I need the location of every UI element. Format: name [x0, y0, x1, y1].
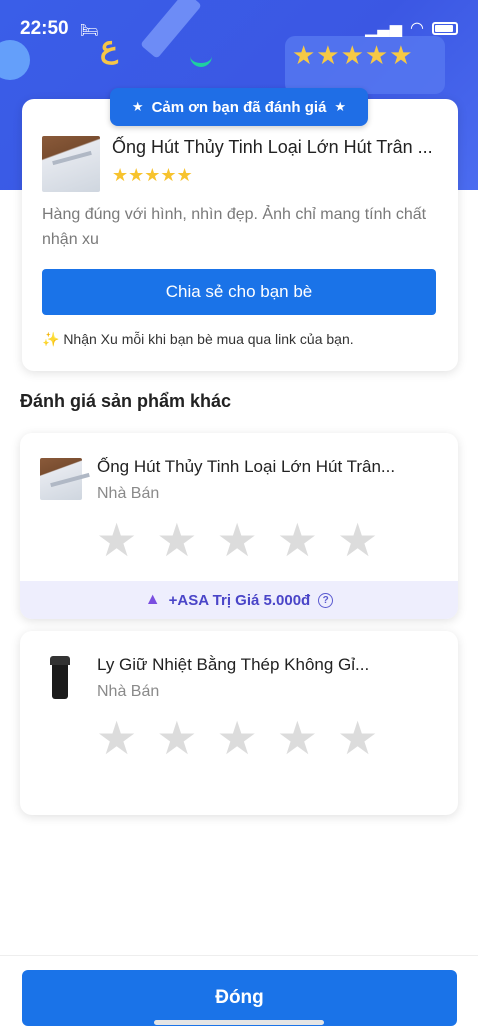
status-icons: ▁▃▅ ◠	[365, 18, 458, 38]
star-3-icon[interactable]: ★	[217, 517, 258, 563]
star-4-icon[interactable]: ★	[277, 715, 318, 761]
star-3-icon[interactable]: ★	[217, 715, 258, 761]
section-title: Đánh giá sản phẩm khác	[20, 391, 232, 411]
star-2-icon[interactable]: ★	[156, 517, 197, 563]
reward-banner: ▲ +ASA Trị Giá 5.000đ ?	[20, 581, 458, 619]
help-icon[interactable]: ?	[318, 592, 334, 608]
thanks-ribbon: ★ Cảm ơn bạn đã đánh giá ★	[110, 88, 368, 126]
ribbon-label: Cảm ơn bạn đã đánh giá	[151, 98, 327, 116]
share-note: ✨ Nhận Xu mỗi khi bạn bè mua qua link củ…	[42, 331, 354, 347]
star-2-icon[interactable]: ★	[156, 715, 197, 761]
asa-logo-icon: ▲	[144, 591, 161, 608]
seller-name: Nhà Bán	[97, 683, 160, 700]
bottom-bar: Đóng	[0, 955, 478, 1035]
review-text: Hàng đúng với hình, nhìn đẹp. Ảnh chỉ ma…	[42, 206, 427, 248]
bed-icon: 🛏︎	[80, 22, 100, 39]
product-title[interactable]: Ống Hút Thủy Tinh Loại Lớn Hút Trân...	[97, 457, 395, 477]
review-product-card: Ly Giữ Nhiệt Bằng Thép Không Gỉ... Nhà B…	[20, 631, 458, 815]
product-title[interactable]: Ly Giữ Nhiệt Bằng Thép Không Gỉ...	[97, 655, 369, 675]
star-rating-input: ★ ★ ★ ★ ★	[96, 715, 378, 761]
star-1-icon[interactable]: ★	[96, 715, 137, 761]
status-time: 22:50	[20, 18, 69, 39]
seller-name: Nhà Bán	[97, 485, 160, 502]
star-rating-input: ★ ★ ★ ★ ★	[96, 517, 378, 563]
star-4-icon[interactable]: ★	[277, 517, 318, 563]
thanks-card: Ống Hút Thủy Tinh Loại Lớn Hút Trân ... …	[22, 99, 458, 371]
close-button[interactable]: Đóng	[22, 970, 457, 1026]
reward-text: +ASA Trị Giá 5.000đ	[168, 591, 311, 609]
star-5-icon[interactable]: ★	[337, 517, 378, 563]
battery-icon	[432, 21, 458, 35]
wifi-icon: ◠	[410, 20, 424, 37]
smile-decoration	[190, 55, 212, 67]
signal-icon: ▁▃▅	[365, 20, 403, 37]
star-1-icon[interactable]: ★	[96, 517, 137, 563]
product-thumbnail	[50, 656, 70, 700]
review-product-card: Ống Hút Thủy Tinh Loại Lớn Hút Trân... N…	[20, 433, 458, 619]
rating-stars: ★★★★★	[112, 165, 193, 185]
star-icon: ★	[334, 99, 347, 114]
status-bar: 22:50 🛏︎ ▁▃▅ ◠	[0, 0, 478, 56]
home-indicator[interactable]	[154, 1020, 324, 1025]
share-button[interactable]: Chia sẻ cho bạn bè	[42, 269, 436, 315]
product-title[interactable]: Ống Hút Thủy Tinh Loại Lớn Hút Trân ...	[112, 137, 433, 158]
product-thumbnail	[40, 458, 82, 500]
star-icon: ★	[131, 99, 144, 114]
product-thumbnail	[42, 136, 100, 192]
star-5-icon[interactable]: ★	[337, 715, 378, 761]
